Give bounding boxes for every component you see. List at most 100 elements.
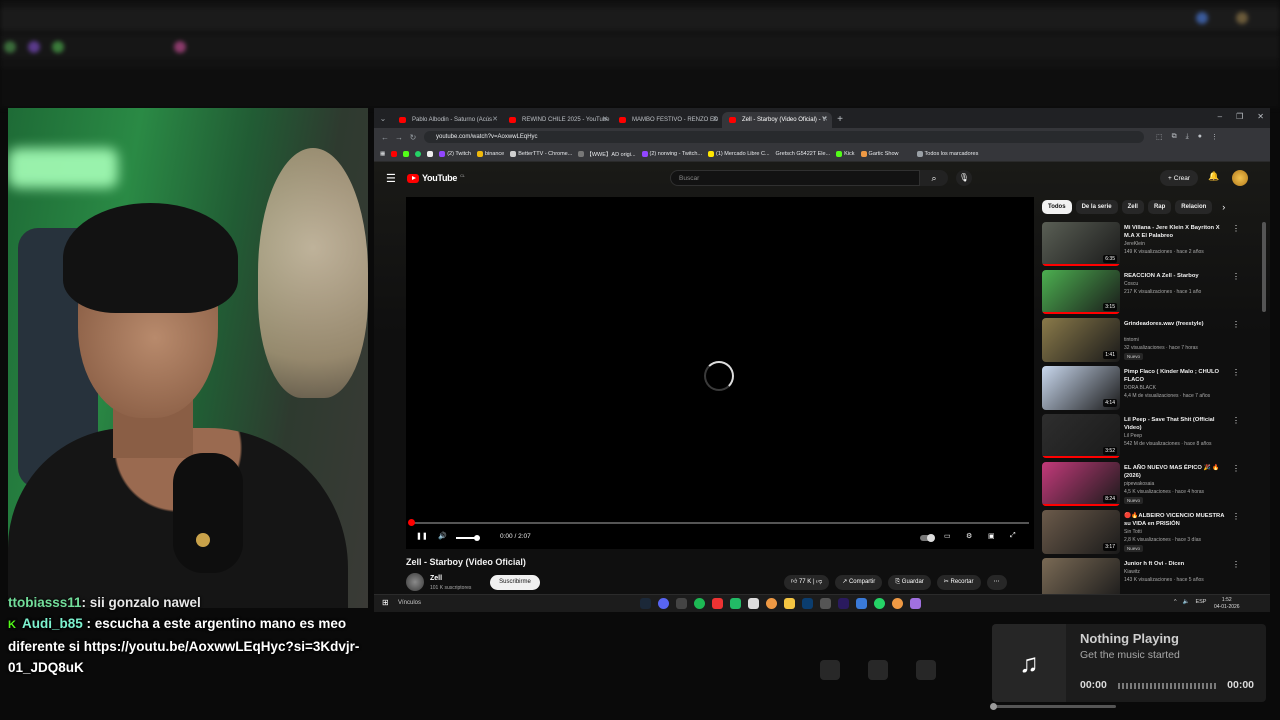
download-icon[interactable]: ⤓: [1186, 133, 1189, 141]
taskbar-clock[interactable]: 1:52 04-01-2026: [1214, 597, 1240, 611]
apps-icon[interactable]: ▦: [380, 151, 385, 157]
bookmark-gretsch[interactable]: Gretsch G5422T Ele...: [776, 151, 831, 157]
bookmark-twitch[interactable]: (2) Twitch: [439, 150, 471, 157]
bookmark-kick[interactable]: Kick: [836, 150, 855, 157]
bookmark-wwe[interactable]: 【WWE】AD origi...: [578, 150, 636, 158]
subtitles-icon[interactable]: ▭: [944, 532, 951, 540]
steam-icon[interactable]: [640, 598, 651, 609]
input-language[interactable]: ESP: [1195, 599, 1206, 605]
speaker-icon[interactable]: 🔈: [1183, 599, 1190, 605]
bookmark-gartic[interactable]: Gartic Show: [860, 150, 899, 157]
bookmark-mercadolibre[interactable]: (1) Mercado Libre C...: [708, 150, 770, 157]
app-icon[interactable]: [748, 598, 759, 609]
recommendation-title[interactable]: Grindeadores.wav (freestyle): [1124, 320, 1228, 328]
close-tab-icon[interactable]: ✕: [602, 115, 608, 123]
recommendation-title[interactable]: Pimp Flaco ( Kinder Malo ; CHULO FLACO: [1124, 368, 1228, 384]
app-icon[interactable]: [730, 598, 741, 609]
create-button[interactable]: + Crear: [1160, 170, 1198, 186]
save-button[interactable]: ⎘ Guardar: [888, 575, 931, 590]
more-options-icon[interactable]: ⋮: [1232, 320, 1240, 329]
maximize-icon[interactable]: ❐: [1236, 112, 1243, 121]
volume-slider[interactable]: [456, 537, 476, 539]
recommendation-title[interactable]: 🔴🔥ALBEIRO VICENCIO MUESTRA su VIDA en PR…: [1124, 512, 1228, 528]
windows-start-icon[interactable]: ⊞: [382, 598, 389, 607]
file-explorer-icon[interactable]: [784, 598, 795, 609]
chrome-icon[interactable]: [766, 598, 777, 609]
new-tab-icon[interactable]: +: [832, 114, 848, 125]
tray-chevron-icon[interactable]: ^: [1174, 599, 1177, 605]
more-options-icon[interactable]: ⋮: [1232, 464, 1240, 473]
volume-icon[interactable]: 🔊: [438, 532, 447, 540]
bookmark-norwing[interactable]: (2) norwing - Twitch...: [641, 150, 702, 157]
voice-search-icon[interactable]: 🎙: [956, 170, 972, 186]
notifications-bell-icon[interactable]: 🔔: [1208, 171, 1219, 182]
video-thumbnail[interactable]: 1:41: [1042, 318, 1120, 362]
video-thumbnail[interactable]: 3:52: [1042, 414, 1120, 458]
kebab-menu-icon[interactable]: ⋮: [1211, 133, 1218, 141]
all-bookmarks[interactable]: Todos los marcadores: [916, 150, 978, 157]
page-scrollbar[interactable]: [1262, 222, 1266, 312]
search-input[interactable]: Buscar: [670, 170, 920, 186]
chrome-icon[interactable]: [892, 598, 903, 609]
volume-handle[interactable]: [474, 535, 480, 541]
clip-button[interactable]: ✂ Recortar: [936, 575, 981, 590]
recommendation-title[interactable]: Lil Peep - Save That Shit (Official Vide…: [1124, 416, 1228, 432]
bookmark-whatsapp-icon[interactable]: [415, 150, 422, 157]
photoshop-icon[interactable]: [802, 598, 813, 609]
thumbs-down-icon[interactable]: | 👎︎: [811, 579, 822, 585]
puzzle-icon[interactable]: ⧉: [1172, 133, 1177, 141]
forward-icon[interactable]: →: [392, 133, 406, 142]
chip-zell[interactable]: Zell: [1121, 200, 1144, 214]
chip-de-la-serie[interactable]: De la serie: [1075, 200, 1118, 214]
more-options-icon[interactable]: ⋮: [1232, 272, 1240, 281]
video-thumbnail[interactable]: 6:35: [1042, 222, 1120, 266]
settings-gear-icon[interactable]: ⚙: [966, 532, 972, 540]
subscribe-button[interactable]: Suscribirme: [490, 575, 540, 590]
close-tab-icon[interactable]: ✕: [492, 115, 498, 123]
like-button[interactable]: 👍︎ 77 K | 👎︎: [784, 575, 830, 590]
chip-relacionados[interactable]: Relacion: [1175, 200, 1213, 214]
app-icon[interactable]: [856, 598, 867, 609]
more-options-icon[interactable]: ⋮: [1232, 512, 1240, 521]
url-input[interactable]: youtube.com/watch?v=AoxwwLEqHyc: [424, 131, 1144, 143]
tab-1[interactable]: REWIND CHILE 2025 - YouTube ✕: [502, 112, 612, 128]
chip-rap[interactable]: Rap: [1147, 200, 1172, 214]
close-window-icon[interactable]: ✕: [1257, 112, 1264, 121]
scrubber-handle[interactable]: [408, 519, 415, 526]
recommendation-channel[interactable]: Lil Peep: [1124, 433, 1142, 439]
recommendation-item[interactable]: 4:14 Pimp Flaco ( Kinder Malo ; CHULO FLA…: [1042, 366, 1242, 414]
chevron-right-icon[interactable]: ›: [1222, 200, 1225, 214]
recommendation-channel[interactable]: DORA BLACK: [1124, 385, 1156, 391]
back-icon[interactable]: ←: [378, 133, 392, 142]
video-thumbnail[interactable]: 8:24: [1042, 462, 1120, 506]
more-options-icon[interactable]: ⋮: [1232, 224, 1240, 233]
recommendation-channel[interactable]: pipewakosaia: [1124, 481, 1154, 487]
bookmark-binance[interactable]: binance: [476, 150, 504, 157]
recommendation-channel[interactable]: Kiawitz: [1124, 569, 1140, 575]
bookmark-youtube-icon[interactable]: [391, 150, 398, 157]
close-tab-icon[interactable]: ✕: [712, 115, 718, 123]
app-icon[interactable]: [910, 598, 921, 609]
share-button[interactable]: ↗ Compartir: [835, 575, 883, 590]
recommendation-channel[interactable]: Sin Totti: [1124, 529, 1142, 535]
youtube-logo[interactable]: YouTube CL: [407, 173, 465, 183]
spotify-icon[interactable]: [694, 598, 705, 609]
bookmark-betterttv[interactable]: BetterTTV - Chrome...: [510, 150, 572, 157]
video-thumbnail[interactable]: 4:14: [1042, 366, 1120, 410]
pause-icon[interactable]: ❚❚: [416, 532, 428, 540]
chip-todos[interactable]: Todos: [1042, 200, 1072, 214]
search-icon[interactable]: ⌕: [920, 170, 948, 186]
video-thumbnail[interactable]: 3:15: [1042, 270, 1120, 314]
close-tab-icon[interactable]: ✕: [822, 115, 828, 123]
bookmark-x-icon[interactable]: [427, 150, 434, 157]
whatsapp-icon[interactable]: [874, 598, 885, 609]
recommendation-channel[interactable]: JereKlein: [1124, 241, 1145, 247]
bookmark-kick-icon[interactable]: [403, 150, 410, 157]
discord-icon[interactable]: [658, 598, 669, 609]
recommendation-channel[interactable]: Coscu: [1124, 281, 1138, 287]
recommendation-title[interactable]: EL AÑO NUEVO MAS ÉPICO 🎉 🔥 (2026): [1124, 464, 1228, 480]
minimize-icon[interactable]: –: [1218, 112, 1222, 121]
tab-2[interactable]: MAMBO FESTIVO - RENZO ED ✕: [612, 112, 722, 128]
obs-icon[interactable]: [676, 598, 687, 609]
more-options-icon[interactable]: ⋮: [1232, 368, 1240, 377]
